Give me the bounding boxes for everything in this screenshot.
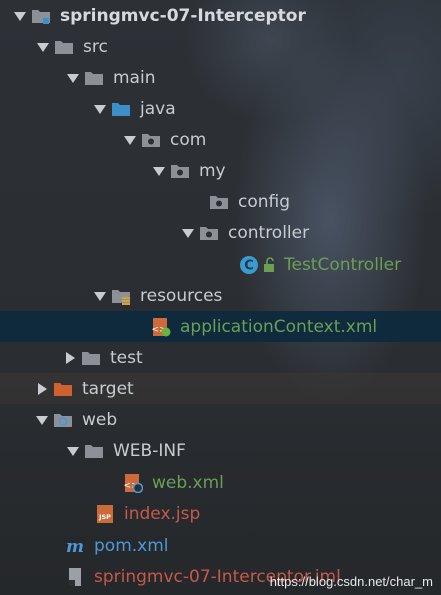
excluded-folder-icon xyxy=(52,378,74,400)
tree-item-pomxml[interactable]: m pom.xml xyxy=(0,530,441,561)
tree-item-target[interactable]: target xyxy=(0,373,441,404)
chevron-right-icon[interactable] xyxy=(32,373,52,404)
tree-item-label: main xyxy=(113,67,156,88)
folder-icon xyxy=(53,36,75,58)
project-tree[interactable]: springmvc-07-Interceptor src main java c… xyxy=(0,0,441,595)
tree-item-project[interactable]: springmvc-07-Interceptor xyxy=(0,0,441,31)
folder-icon xyxy=(83,440,105,462)
tree-item-label: springmvc-07-Interceptor xyxy=(60,5,306,26)
project-folder-icon xyxy=(30,5,52,27)
tree-item-label: WEB-INF xyxy=(113,440,186,461)
tree-item-label: src xyxy=(83,36,108,57)
tree-item-controller[interactable]: controller xyxy=(0,217,441,248)
tree-item-label: web xyxy=(82,409,118,430)
tree-item-my[interactable]: my xyxy=(0,155,441,186)
maven-icon: m xyxy=(64,535,86,557)
web-xml-icon: <> xyxy=(122,472,144,494)
resources-folder-icon xyxy=(110,285,132,307)
tree-item-label: index.jsp xyxy=(124,503,201,524)
watermark: https://blog.csdn.net/char_m xyxy=(269,574,433,589)
tree-item-src[interactable]: src xyxy=(0,31,441,62)
svg-text:JSP: JSP xyxy=(98,513,111,521)
chevron-down-icon[interactable] xyxy=(10,0,30,31)
tree-item-java[interactable]: java xyxy=(0,93,441,124)
tree-item-label: controller xyxy=(228,222,310,243)
tree-item-label: pom.xml xyxy=(94,535,169,556)
tree-item-label: target xyxy=(82,378,134,399)
java-class-icon: C xyxy=(238,254,260,276)
chevron-down-icon[interactable] xyxy=(120,124,140,155)
jsp-icon: JSP xyxy=(94,503,116,525)
tree-item-resources[interactable]: resources xyxy=(0,280,441,311)
chevron-down-icon[interactable] xyxy=(32,404,52,435)
tree-item-label: web.xml xyxy=(152,472,224,493)
package-icon xyxy=(169,160,191,182)
package-icon xyxy=(140,129,162,151)
chevron-down-icon[interactable] xyxy=(178,217,198,248)
svg-text:C: C xyxy=(244,258,254,273)
tree-item-webxml[interactable]: <> web.xml xyxy=(0,467,441,498)
source-folder-icon xyxy=(110,98,132,120)
chevron-down-icon[interactable] xyxy=(149,155,169,186)
tree-item-test[interactable]: test xyxy=(0,342,441,373)
chevron-down-icon[interactable] xyxy=(90,93,110,124)
package-icon xyxy=(208,191,230,213)
chevron-down-icon[interactable] xyxy=(63,62,83,93)
tree-item-web[interactable]: web xyxy=(0,404,441,435)
package-icon xyxy=(198,222,220,244)
tree-item-webinf[interactable]: WEB-INF xyxy=(0,435,441,466)
chevron-down-icon[interactable] xyxy=(90,280,110,311)
chevron-down-icon[interactable] xyxy=(33,31,53,62)
tree-item-label: resources xyxy=(140,285,223,306)
spring-xml-icon: <> xyxy=(150,316,172,338)
folder-icon xyxy=(83,67,105,89)
tree-item-config[interactable]: config xyxy=(0,186,441,217)
tree-item-label: test xyxy=(110,347,143,368)
tree-item-label: config xyxy=(238,191,291,212)
tree-item-label: com xyxy=(170,129,207,150)
tree-item-label: applicationContext.xml xyxy=(180,316,378,337)
iml-file-icon xyxy=(64,566,86,588)
folder-icon xyxy=(80,347,102,369)
lock-open-icon xyxy=(262,254,278,276)
tree-item-applicationcontext[interactable]: <> applicationContext.xml xyxy=(0,311,441,342)
web-folder-icon xyxy=(52,409,74,431)
tree-item-label: my xyxy=(199,160,226,181)
tree-item-indexjsp[interactable]: JSP index.jsp xyxy=(0,498,441,529)
chevron-right-icon[interactable] xyxy=(60,342,80,373)
tree-item-main[interactable]: main xyxy=(0,62,441,93)
svg-text:m: m xyxy=(66,537,84,556)
tree-item-testcontroller[interactable]: C TestController xyxy=(0,249,441,280)
chevron-down-icon[interactable] xyxy=(63,435,83,466)
tree-item-label: TestController xyxy=(284,254,402,275)
tree-item-com[interactable]: com xyxy=(0,124,441,155)
tree-item-label: java xyxy=(140,98,176,119)
